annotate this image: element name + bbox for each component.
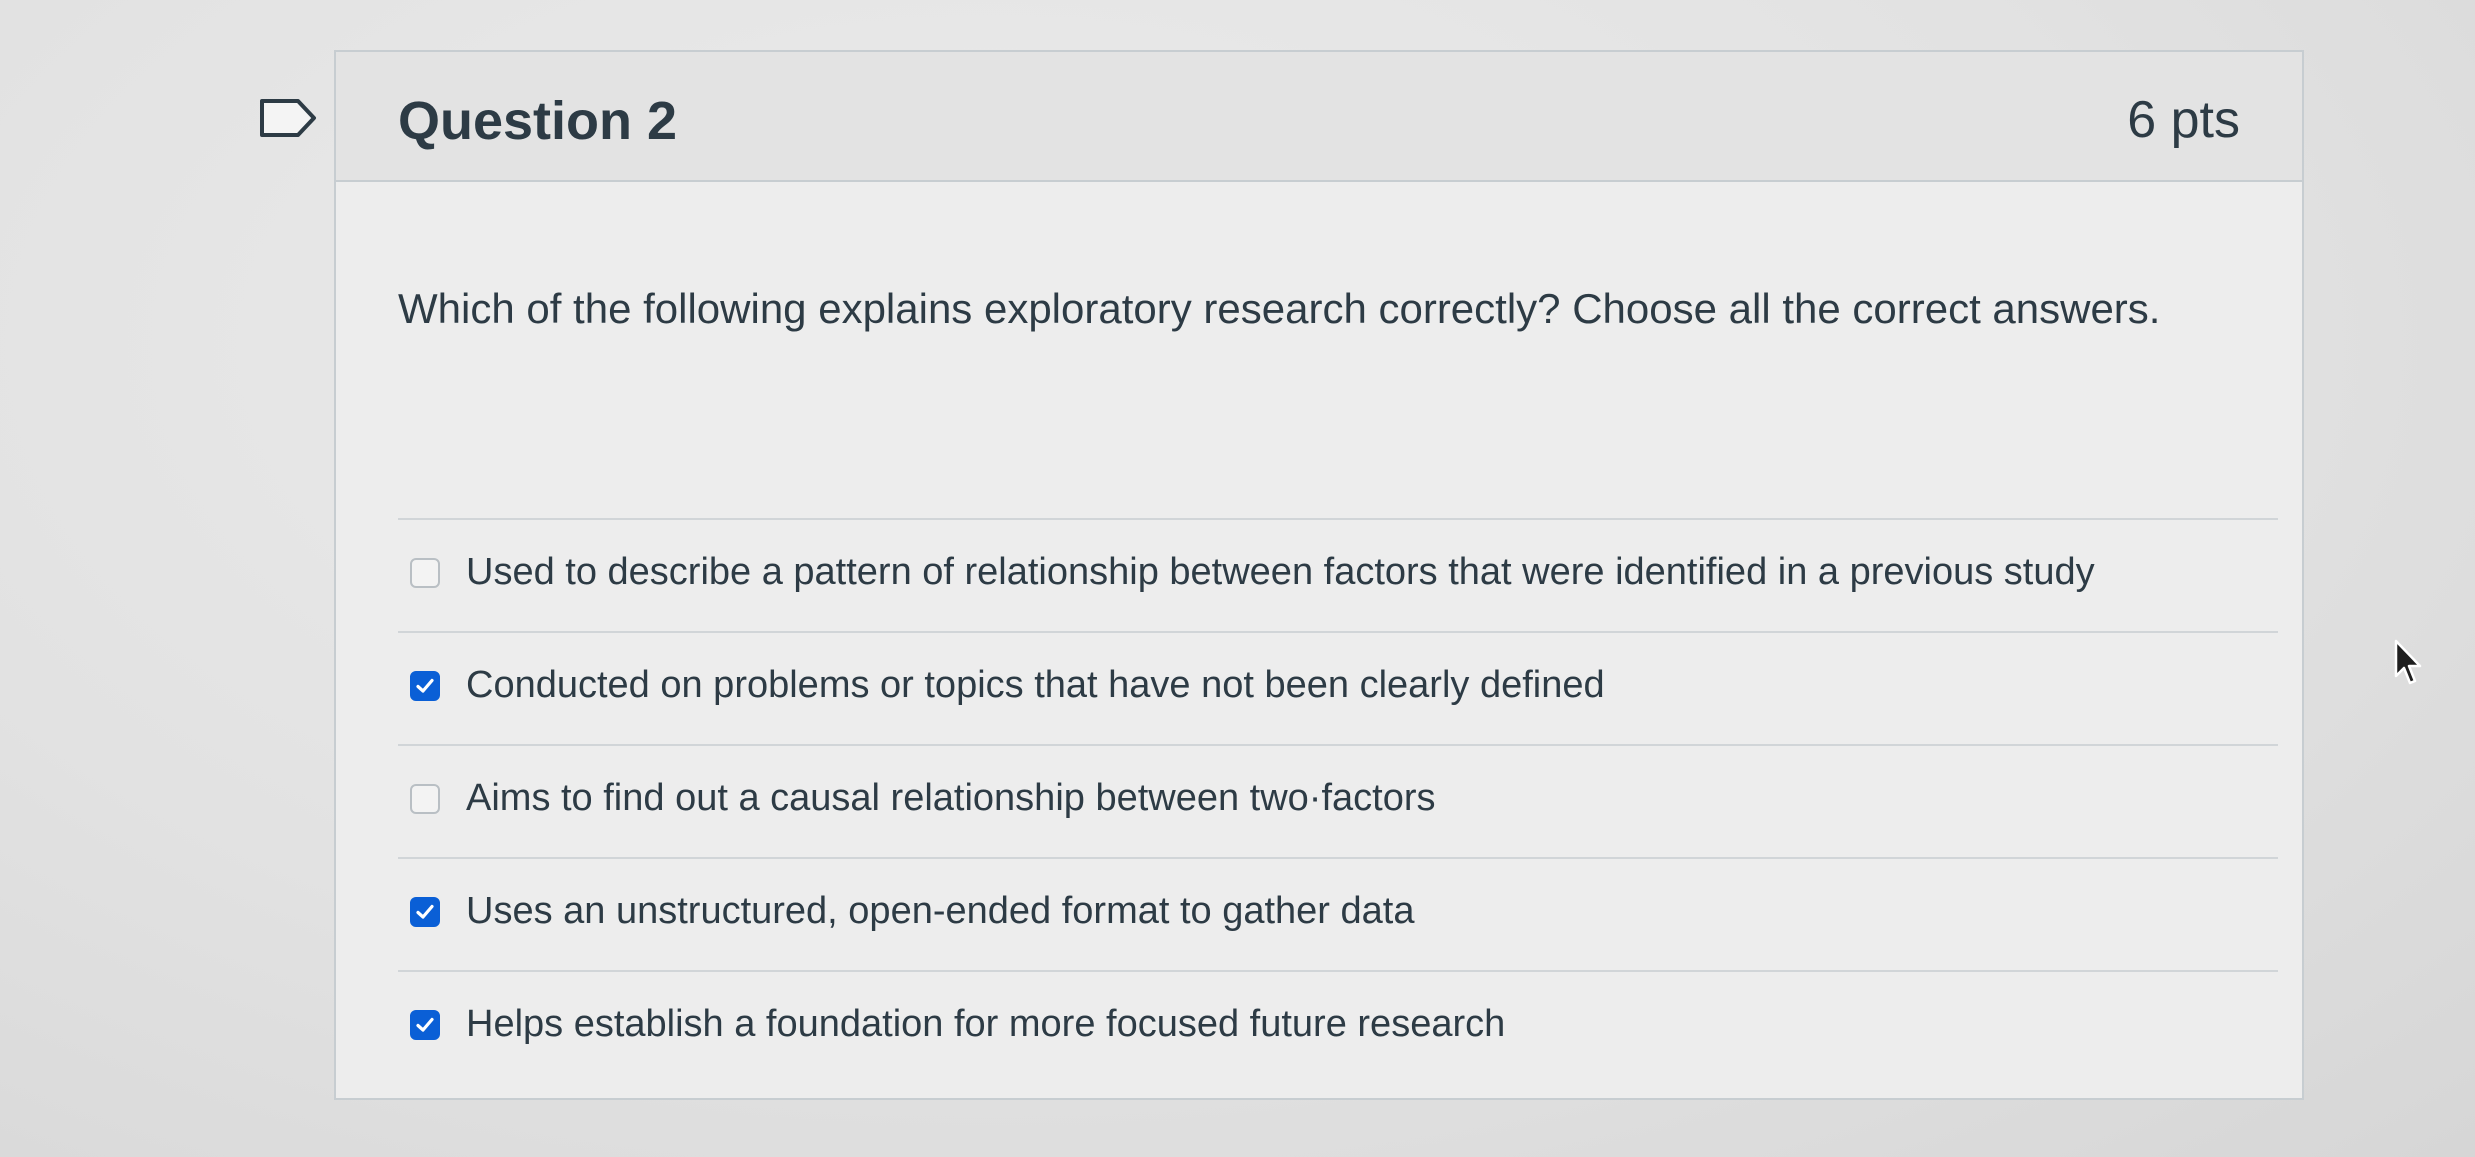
answer-label[interactable]: Aims to find out a causal relationship b… (466, 772, 1436, 824)
answer-label[interactable]: Helps establish a foundation for more fo… (466, 998, 1505, 1050)
question-points: 6 pts (2127, 91, 2240, 149)
answer-label[interactable]: Uses an unstructured, open-ended format … (466, 885, 1414, 937)
answer-checkbox[interactable] (410, 558, 440, 588)
check-icon (416, 904, 434, 919)
flag-question-icon[interactable] (258, 97, 318, 139)
mouse-pointer-icon (2394, 639, 2422, 685)
question-header: Question 2 6 pts (336, 52, 2302, 182)
answer-list: Used to describe a pattern of relationsh… (398, 518, 2278, 1083)
answer-checkbox[interactable] (410, 1010, 440, 1040)
answer-checkbox[interactable] (410, 784, 440, 814)
question-card: Question 2 6 pts Which of the following … (334, 50, 2304, 1100)
answer-checkbox[interactable] (410, 671, 440, 701)
answer-label[interactable]: Used to describe a pattern of relationsh… (466, 546, 2095, 598)
check-icon (416, 678, 434, 693)
answer-option[interactable]: Aims to find out a causal relationship b… (398, 744, 2278, 857)
answer-option[interactable]: Helps establish a foundation for more fo… (398, 970, 2278, 1083)
question-title: Question 2 (398, 91, 678, 151)
answer-checkbox[interactable] (410, 897, 440, 927)
answer-option[interactable]: Uses an unstructured, open-ended format … (398, 857, 2278, 970)
answer-label[interactable]: Conducted on problems or topics that hav… (466, 659, 1605, 711)
check-icon (416, 1017, 434, 1032)
question-text: Which of the following explains explorat… (398, 285, 2161, 332)
answer-option[interactable]: Used to describe a pattern of relationsh… (398, 518, 2278, 631)
answer-option[interactable]: Conducted on problems or topics that hav… (398, 631, 2278, 744)
